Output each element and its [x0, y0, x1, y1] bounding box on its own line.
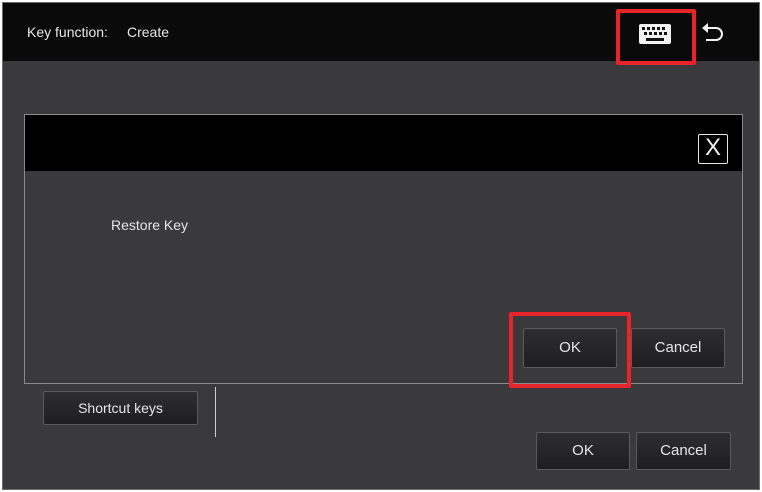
keyboard-button[interactable] [627, 17, 683, 51]
close-button[interactable]: X [698, 134, 728, 164]
key-function-label: Key function: [27, 24, 108, 40]
keyboard-icon [639, 24, 671, 44]
key-function-window: Key function: Create X Restore Key OK Ca… [2, 2, 760, 490]
key-function-value: Create [127, 24, 170, 40]
cancel-button[interactable]: Cancel [636, 432, 731, 470]
back-arrow-icon [702, 23, 723, 41]
shortcut-keys-button[interactable]: Shortcut keys [43, 391, 198, 425]
dialog-message: Restore Key [111, 217, 189, 233]
restore-key-dialog: X Restore Key OK Cancel [24, 114, 743, 384]
divider [215, 387, 216, 437]
dialog-ok-button[interactable]: OK [523, 328, 617, 368]
back-button[interactable] [695, 17, 729, 51]
dialog-header: X [25, 115, 742, 171]
ok-button[interactable]: OK [536, 432, 630, 470]
title-bar: Key function: Create [3, 3, 759, 61]
dialog-cancel-button[interactable]: Cancel [631, 328, 725, 368]
